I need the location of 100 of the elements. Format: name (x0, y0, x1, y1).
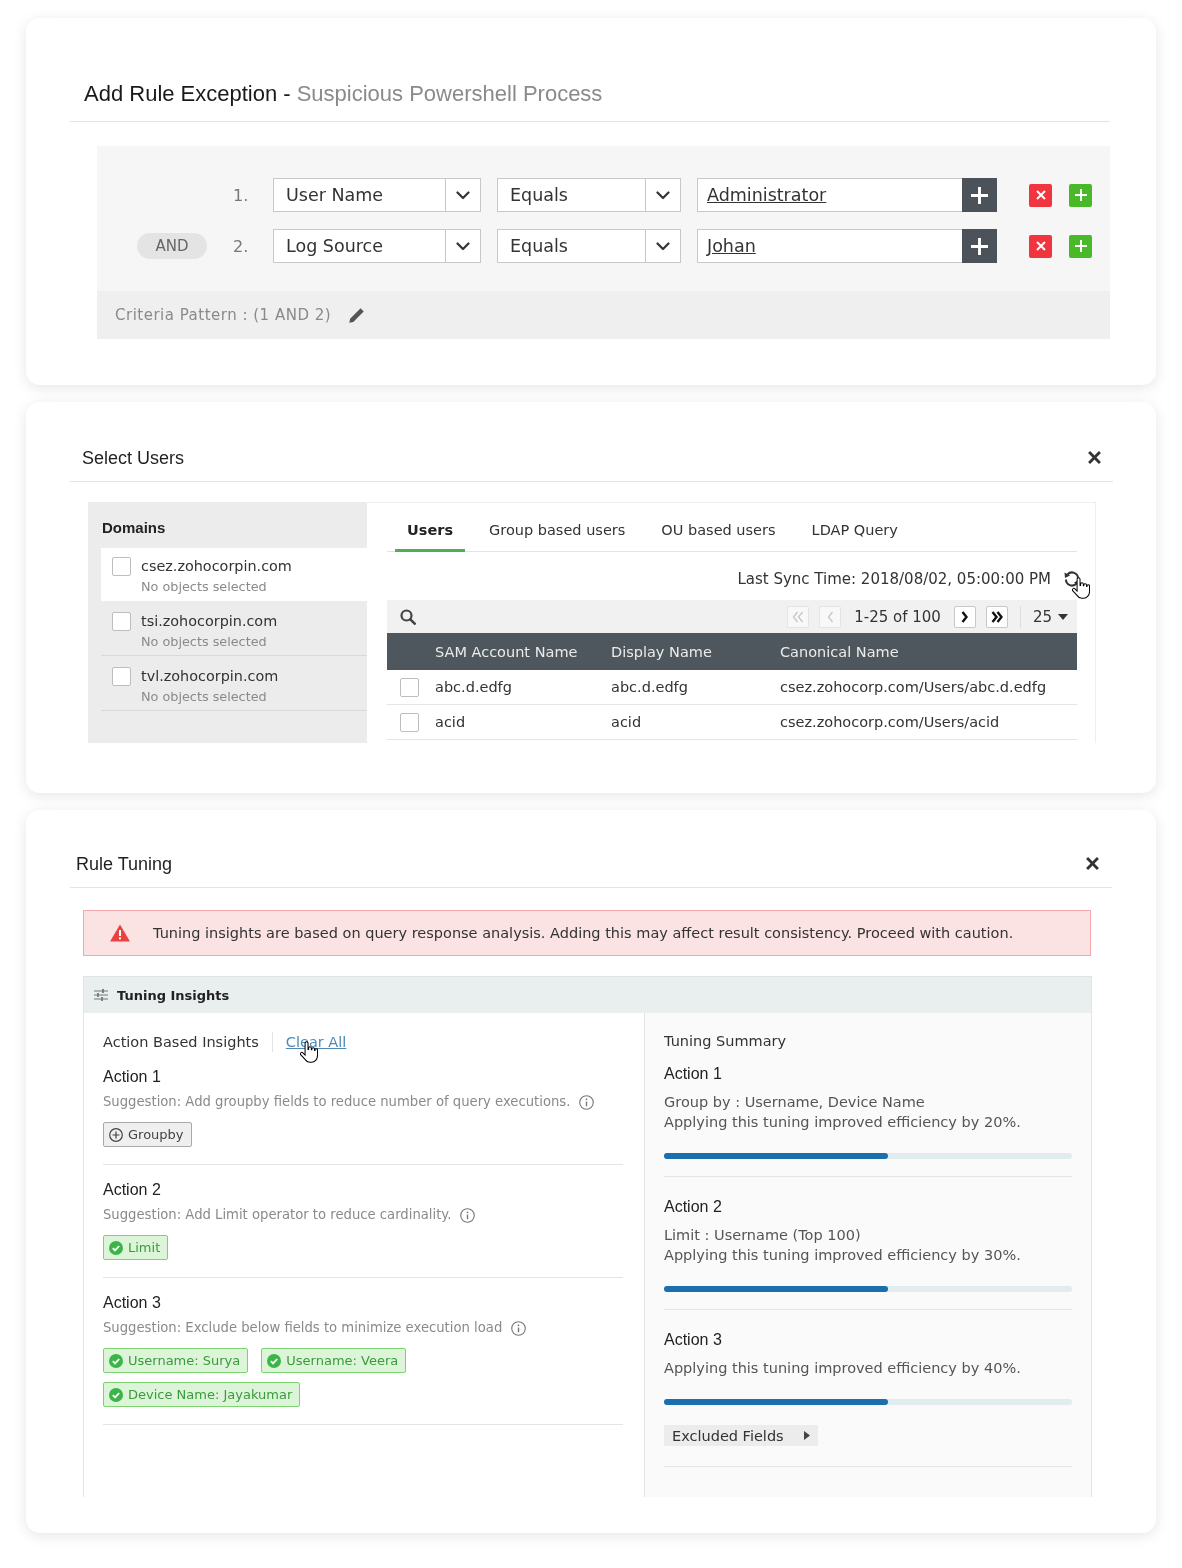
action-title: Action 1 (103, 1067, 162, 1087)
row-number: 2. (233, 236, 250, 256)
last-page-button[interactable] (985, 605, 1008, 628)
row-number: 1. (233, 185, 250, 205)
domain-status: No objects selected (141, 578, 268, 595)
check-circle-icon (267, 1353, 282, 1368)
panel-title: Tuning Insights (117, 987, 230, 1003)
checkbox[interactable] (112, 612, 131, 631)
dialog-title: Rule Tuning (76, 853, 173, 875)
suggestion-text: Suggestion: Add groupby fields to reduce number of query executions. (103, 1093, 571, 1111)
domain-item[interactable]: tvl.zohocorpin.com No objects selected (101, 658, 367, 711)
column-header[interactable]: SAM Account Name (425, 643, 601, 660)
field-select[interactable]: Log Source (273, 229, 481, 263)
table-cell-text: csez.zohocorp.com/Users/abc.d.edfg (779, 679, 1048, 695)
double-chevron-left-icon (792, 610, 805, 623)
dialog-title: Add Rule Exception - (84, 82, 291, 106)
info-icon[interactable] (511, 1320, 527, 1336)
action-title: Action 3 (664, 1330, 723, 1350)
field-select[interactable]: User Name (273, 178, 481, 212)
action-title: Action 3 (103, 1293, 162, 1313)
tab[interactable]: OU based users (649, 510, 788, 552)
connector-tag[interactable]: AND (137, 233, 207, 259)
operator-select[interactable]: Equals (497, 229, 681, 263)
double-chevron-right-icon (990, 610, 1003, 623)
plus-icon (1074, 240, 1087, 252)
remove-criterion-button[interactable] (1029, 234, 1052, 258)
summary-text: Applying this tuning improved efficiency by 30%. (664, 1246, 1022, 1265)
action-title: Action 2 (103, 1180, 162, 1200)
checkbox[interactable] (400, 677, 419, 697)
summary-text: Limit : Username (Top 100) (664, 1226, 862, 1245)
column-header[interactable]: Canonical Name (770, 643, 1077, 660)
excluded-fields-button[interactable]: Excluded Fields (664, 1425, 818, 1446)
suggestion-chip[interactable]: Groupby (103, 1122, 192, 1147)
table-cell-text: csez.zohocorp.com/Users/acid (779, 714, 1001, 730)
domain-name: csez.zohocorpin.com (141, 557, 292, 575)
caret-right-icon (803, 1431, 810, 1440)
check-circle-icon (109, 1387, 123, 1402)
action-title: Action 1 (664, 1064, 723, 1084)
pencil-icon[interactable] (348, 306, 366, 324)
column-header[interactable]: Display Name (601, 643, 770, 660)
plus-icon (971, 237, 988, 255)
chevron-right-icon (961, 610, 969, 623)
page-range: 1-25 of 100 (854, 607, 941, 626)
suggestion-text: Suggestion: Add Limit operator to reduce cardinality. (103, 1206, 452, 1224)
dialog-title: Select Users (82, 447, 185, 469)
add-criterion-button[interactable] (1069, 183, 1092, 207)
caret-down-icon (456, 190, 470, 200)
info-icon[interactable] (579, 1094, 595, 1110)
plus-circle-icon (109, 1127, 123, 1142)
caret-down-icon (1058, 613, 1068, 620)
search-icon[interactable] (400, 608, 416, 625)
page-size-select[interactable]: 25 (1032, 607, 1068, 626)
section-heading: Action Based Insights (103, 1034, 259, 1050)
close-icon (1035, 241, 1046, 251)
domain-item[interactable]: csez.zohocorpin.com No objects selected (101, 548, 367, 601)
action-title: Action 2 (664, 1197, 723, 1217)
next-page-button[interactable] (953, 605, 976, 628)
remove-criterion-button[interactable] (1029, 183, 1052, 207)
tab[interactable]: Group based users (477, 510, 638, 552)
domain-item[interactable]: tsi.zohocorpin.com No objects selected (101, 603, 367, 656)
tab[interactable]: LDAP Query (799, 510, 910, 552)
close-icon[interactable] (1088, 451, 1101, 464)
operator-select[interactable]: Equals (497, 178, 681, 212)
domain-name: tvl.zohocorpin.com (141, 667, 279, 685)
table-cell-text: acid (610, 714, 643, 730)
domain-status: No objects selected (141, 633, 268, 650)
table-cell-text: abc.d.edfg (610, 679, 689, 695)
caret-down-icon (456, 241, 470, 251)
close-icon[interactable] (1086, 857, 1099, 870)
table-cell-text: acid (434, 714, 467, 730)
sliders-icon (94, 989, 108, 1001)
domains-heading: Domains (101, 518, 167, 538)
checkbox[interactable] (112, 667, 131, 686)
chevron-left-icon (826, 610, 834, 623)
summary-text: Applying this tuning improved efficiency by 20%. (664, 1113, 1022, 1132)
check-circle-icon (109, 1353, 123, 1368)
plus-icon (1074, 189, 1087, 201)
caret-down-icon (656, 241, 670, 251)
alert-message: Tuning insights are based on query response analysis. Adding this may affect result consistency. Proceed with caution. (153, 925, 1014, 941)
table-cell-text: abc.d.edfg (434, 679, 513, 695)
caret-down-icon (656, 190, 670, 200)
domain-status: No objects selected (141, 688, 268, 705)
close-icon (1035, 190, 1046, 200)
domain-name: tsi.zohocorpin.com (141, 612, 278, 630)
add-value-button[interactable] (962, 178, 997, 212)
add-value-button[interactable] (962, 229, 997, 263)
dialog-subtitle: Suspicious Powershell Process (296, 82, 603, 106)
last-sync-time: Last Sync Time: 2018/08/02, 05:00:00 PM (737, 570, 1051, 588)
add-criterion-button[interactable] (1069, 234, 1092, 258)
value-input[interactable]: Administrator (697, 178, 962, 212)
suggestion-text: Suggestion: Exclude below fields to minimize execution load (103, 1319, 503, 1337)
checkbox[interactable] (112, 557, 131, 576)
tab[interactable]: Users (395, 510, 466, 552)
plus-icon (971, 186, 988, 204)
check-circle-icon (109, 1240, 123, 1255)
hand-cursor-icon (1072, 577, 1090, 599)
value-input[interactable]: Johan (697, 229, 962, 263)
info-icon[interactable] (460, 1207, 476, 1223)
checkbox[interactable] (400, 712, 419, 732)
clear-all-link[interactable]: Clear All (285, 1034, 347, 1050)
